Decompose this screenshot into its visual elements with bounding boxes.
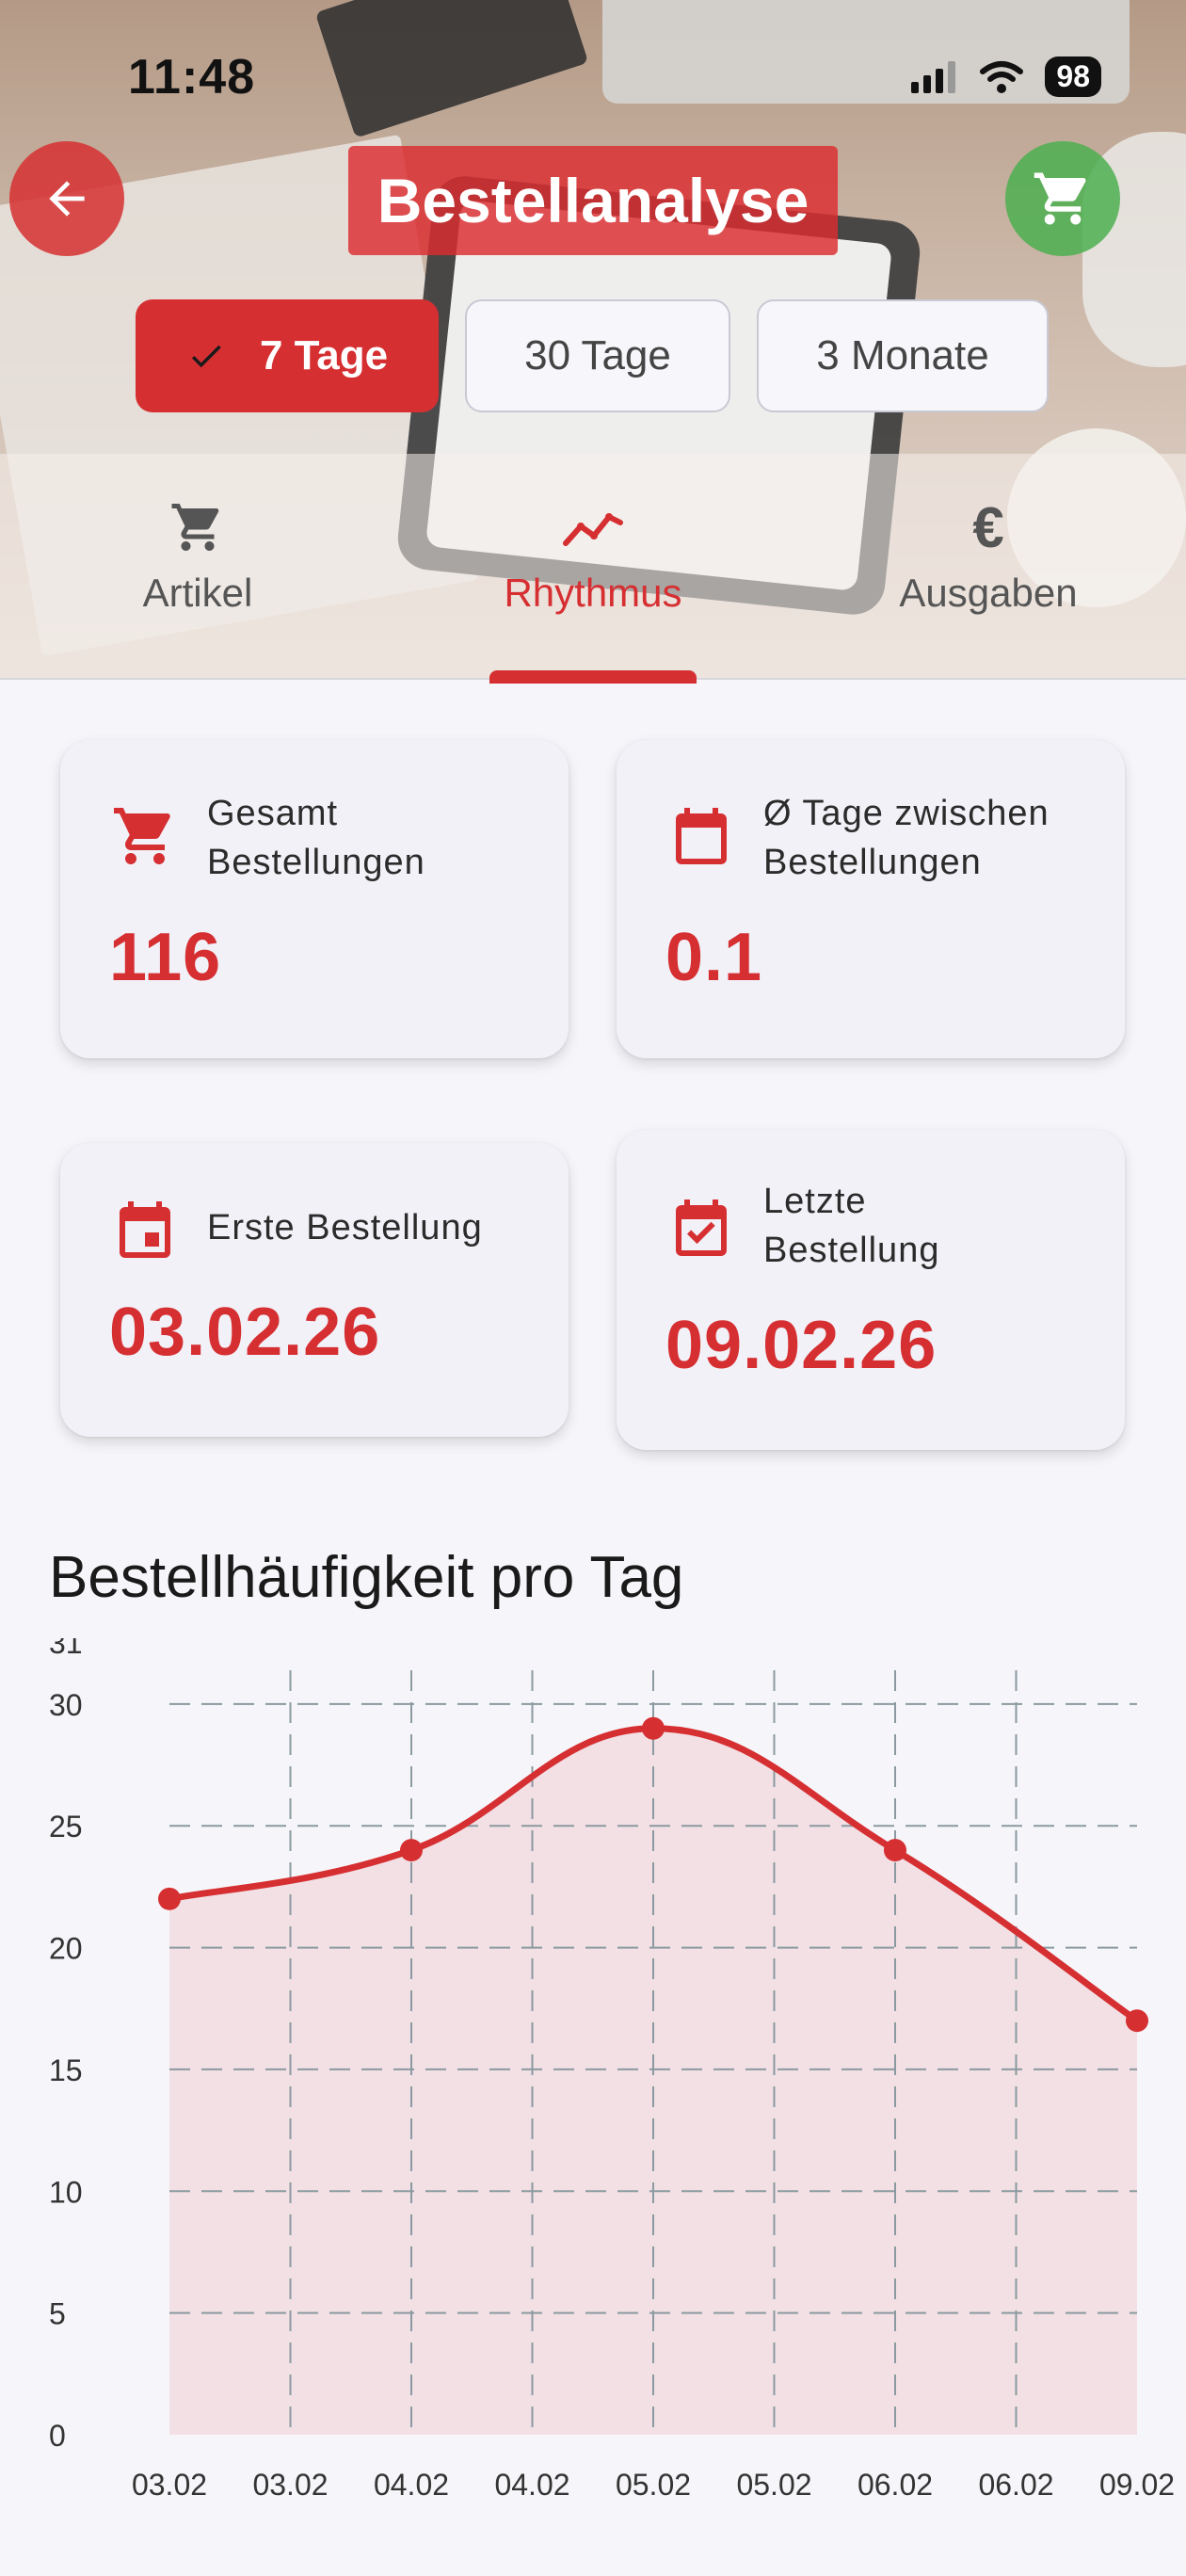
status-time: 11:48 bbox=[128, 50, 256, 105]
chip-30-days-label: 30 Tage bbox=[524, 332, 671, 378]
chart-data-point bbox=[1126, 2009, 1148, 2033]
euro-icon: € bbox=[972, 495, 1004, 559]
chart-data-point bbox=[158, 1887, 181, 1910]
chip-30-days[interactable]: 30 Tage bbox=[465, 299, 730, 412]
chart-data-point bbox=[400, 1839, 423, 1862]
chart-title: Bestellhäufigkeit pro Tag bbox=[49, 1545, 684, 1610]
stat-card-total-orders: Gesamt Bestellungen 116 bbox=[60, 740, 569, 1058]
active-tab-indicator bbox=[489, 670, 697, 684]
stat-label: Gesamt Bestellungen bbox=[207, 789, 425, 887]
chart-y-tick-label: 15 bbox=[49, 2053, 83, 2087]
stat-label-line2: Bestellungen bbox=[207, 843, 425, 882]
tab-artikel-label: Artikel bbox=[142, 571, 253, 615]
tab-ausgaben[interactable]: € Ausgaben bbox=[791, 490, 1186, 678]
tab-rhythmus[interactable]: Rhythmus bbox=[395, 490, 791, 678]
page-title: Bestellanalyse bbox=[377, 166, 809, 235]
tab-rhythmus-label: Rhythmus bbox=[504, 571, 682, 615]
chart-x-tick-label: 09.02 bbox=[1099, 2468, 1175, 2502]
chart-y-tick-label: 10 bbox=[49, 2175, 83, 2209]
calendar-icon bbox=[676, 808, 727, 864]
calendar-check-icon bbox=[676, 1199, 727, 1256]
chart-x-tick-label: 03.02 bbox=[252, 2468, 328, 2502]
battery-indicator: 98 bbox=[1045, 56, 1101, 97]
stat-label-line2: Bestellungen bbox=[763, 843, 982, 882]
chart-data-point bbox=[642, 1716, 665, 1740]
stat-value: 0.1 bbox=[665, 920, 763, 995]
stat-card-avg-days: Ø Tage zwischen Bestellungen 0.1 bbox=[617, 740, 1125, 1058]
chart-x-tick-label: 06.02 bbox=[978, 2468, 1053, 2502]
chart-x-tick-label: 04.02 bbox=[494, 2468, 569, 2502]
tab-artikel[interactable]: Artikel bbox=[0, 490, 395, 678]
stat-label-line1: Letzte bbox=[763, 1182, 867, 1221]
cart-icon bbox=[1034, 172, 1086, 225]
arrow-left-icon bbox=[49, 181, 85, 217]
chip-7-days-label: 7 Tage bbox=[259, 332, 389, 378]
stat-label: Letzte Bestellung bbox=[763, 1177, 939, 1275]
chart-y-tick-label: 20 bbox=[49, 1932, 83, 1966]
chart-x-tick-label: 04.02 bbox=[374, 2468, 449, 2502]
wifi-icon bbox=[980, 60, 1024, 93]
stat-label-line2: Bestellung bbox=[763, 1231, 940, 1270]
status-bar: 11:48 98 bbox=[0, 0, 1186, 155]
chart-y-tick-label: 31 bbox=[49, 1638, 83, 1660]
chip-7-days[interactable]: 7 Tage bbox=[136, 299, 439, 412]
cart-icon bbox=[114, 808, 170, 864]
calendar-event-icon bbox=[120, 1201, 170, 1258]
stat-label-line1: Ø Tage zwischen bbox=[763, 794, 1050, 833]
chart-data-point bbox=[884, 1839, 906, 1862]
stat-label: Erste Bestellung bbox=[207, 1203, 483, 1252]
cart-button[interactable] bbox=[1005, 141, 1120, 256]
tab-ausgaben-label: Ausgaben bbox=[899, 571, 1078, 615]
stat-label-line1: Gesamt bbox=[207, 794, 339, 833]
signal-icon bbox=[911, 60, 956, 93]
order-frequency-chart: 0 5 10 15 20 25 30 31 03.02 03.02 04.02 04.02 05.02 0… bbox=[49, 1638, 1175, 2502]
status-indicators: 98 bbox=[911, 56, 1101, 97]
stat-label: Ø Tage zwischen Bestellungen bbox=[763, 789, 1050, 887]
chart-y-tick-label: 30 bbox=[49, 1688, 83, 1722]
cart-icon bbox=[171, 504, 219, 551]
chart-y-tick-label: 0 bbox=[49, 2419, 66, 2453]
chart-x-tick-label: 03.02 bbox=[132, 2468, 207, 2502]
chart-y-tick-label: 5 bbox=[49, 2297, 66, 2331]
chart-x-tick-label: 05.02 bbox=[736, 2468, 811, 2502]
stat-card-first-order: Erste Bestellung 03.02.26 bbox=[60, 1143, 569, 1437]
stat-value: 03.02.26 bbox=[109, 1295, 381, 1370]
chip-3-months-label: 3 Monate bbox=[816, 332, 989, 378]
chart-y-tick-label: 25 bbox=[49, 1810, 83, 1843]
chart-x-tick-label: 05.02 bbox=[616, 2468, 691, 2502]
page-title-box: Bestellanalyse bbox=[348, 146, 838, 255]
check-icon bbox=[191, 345, 221, 368]
stat-value: 116 bbox=[109, 920, 222, 995]
chart-x-tick-label: 06.02 bbox=[857, 2468, 933, 2502]
stat-label-line1: Erste Bestellung bbox=[207, 1208, 483, 1248]
back-button[interactable] bbox=[9, 141, 124, 256]
stat-value: 09.02.26 bbox=[665, 1308, 938, 1383]
chip-3-months[interactable]: 3 Monate bbox=[757, 299, 1049, 412]
stat-card-last-order: Letzte Bestellung 09.02.26 bbox=[617, 1130, 1125, 1450]
trend-line-icon bbox=[563, 513, 623, 546]
